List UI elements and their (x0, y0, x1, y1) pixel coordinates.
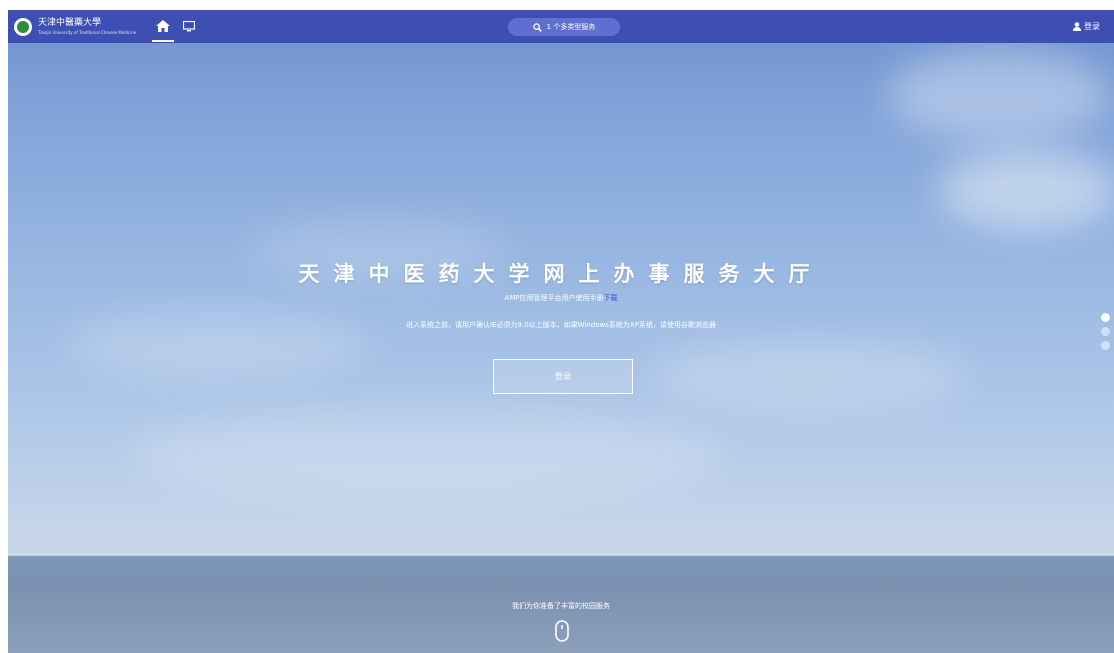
hero-login-button[interactable]: 登录 (493, 359, 633, 394)
desktop-icon (183, 21, 196, 32)
navbar-login-label: 登录 (1084, 22, 1100, 31)
service-search-button[interactable]: 1 个多类型服务 (508, 18, 620, 36)
nav-desktop-button[interactable] (178, 10, 200, 43)
logo-name-cn: 天津中醫藥大學 (38, 17, 102, 28)
manual-download-link[interactable]: 下载 (604, 294, 618, 302)
scroll-down-button[interactable] (555, 620, 569, 646)
slider-dot-1[interactable] (1101, 313, 1110, 322)
page-frame: 天津中醫藥大學 Tianjin University of Traditiona… (8, 10, 1114, 653)
page-title: 天津中医药大学网上办事服务大厅 (298, 262, 824, 286)
manual-text: AMP应用管理平台用户使用手册 (504, 294, 604, 302)
home-icon (156, 19, 171, 32)
search-label: 1 个多类型服务 (546, 23, 596, 31)
logo-seal-icon (14, 17, 32, 36)
nav-home-button[interactable] (152, 11, 175, 42)
user-icon (1073, 22, 1081, 31)
slider-pagination (1101, 313, 1110, 350)
top-navbar: 天津中醫藥大學 Tianjin University of Traditiona… (8, 10, 1114, 43)
slider-dot-3[interactable] (1101, 341, 1110, 350)
browser-notice: 进入系统之前，请用户确认IE必须为9.0以上版本，如果Windows系统为XP系… (406, 321, 716, 329)
manual-line: AMP应用管理平台用户使用手册下载 (8, 293, 1114, 303)
search-icon (532, 22, 542, 32)
university-logo[interactable]: 天津中醫藥大學 Tianjin University of Traditiona… (14, 10, 136, 43)
horizon-line (8, 554, 1114, 555)
navbar-login-button[interactable]: 登录 (1073, 10, 1100, 43)
logo-name-en: Tianjin University of Traditional Chines… (38, 29, 137, 35)
slider-dot-2[interactable] (1101, 327, 1110, 336)
services-tagline: 我们为你准备了丰富的校园服务 (512, 602, 610, 610)
hero-background (8, 10, 1114, 653)
mouse-icon (555, 620, 569, 642)
